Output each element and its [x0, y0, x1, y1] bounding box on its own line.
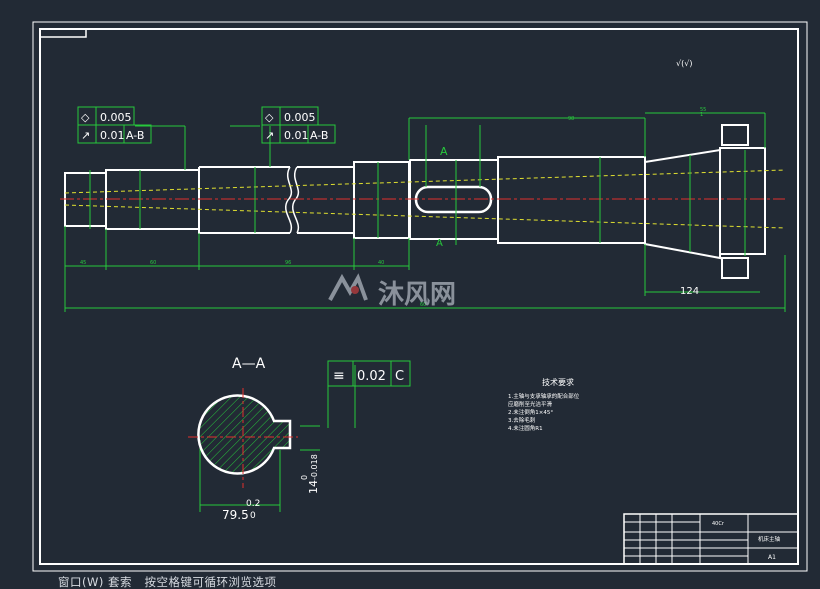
- sheet-corner-tab: [40, 29, 87, 38]
- section-dim-height-tol2: -0.018: [310, 454, 319, 480]
- svg-text:96: 96: [285, 260, 291, 266]
- command-prompt-text: 窗口(W) 套索 按空格键可循环浏览选项: [58, 575, 277, 589]
- svg-text:↗: ↗: [81, 129, 90, 142]
- svg-text:◇: ◇: [265, 111, 274, 124]
- tolerance-frame-1: ◇ 0.005 ↗ 0.01 A-B: [77, 106, 152, 144]
- svg-text:↗: ↗: [265, 129, 274, 142]
- svg-text:1: 1: [700, 112, 703, 118]
- dimension-lines: [64, 112, 786, 512]
- watermark-brand: 沐风网: [378, 280, 456, 310]
- hatch-line-lower: [64, 204, 786, 229]
- title-block-part-name: 机床主轴: [758, 535, 781, 543]
- svg-text:0.01: 0.01: [100, 129, 125, 142]
- svg-text:4.未注圆角R1: 4.未注圆角R1: [508, 424, 543, 432]
- svg-text:40: 40: [378, 260, 384, 266]
- svg-text:45: 45: [80, 260, 86, 266]
- section-marker-bottom: A: [436, 238, 443, 249]
- hatch-line-upper: [64, 169, 786, 194]
- svg-text:C: C: [395, 369, 404, 384]
- title-block-material: 40Cr: [712, 521, 725, 527]
- tolerance-frame-2: ◇ 0.005 ↗ 0.01 A-B: [261, 106, 336, 144]
- svg-text:A-B: A-B: [310, 129, 328, 142]
- section-dim-height: 14: [307, 480, 320, 494]
- roughness-symbol: √(√): [676, 59, 692, 68]
- svg-text:应磨削至光洁平滑: 应磨削至光洁平滑: [508, 400, 553, 408]
- tech-req-title: 技术要求: [542, 377, 574, 387]
- svg-text:◇: ◇: [81, 111, 90, 124]
- section-title: A—A: [232, 356, 266, 372]
- dimension-124: 124: [680, 286, 699, 297]
- svg-text:98: 98: [568, 116, 574, 122]
- dimension-texts: 45 60 96 40 98 55 1 60: [80, 107, 706, 308]
- svg-text:2.未注倒角1×45°: 2.未注倒角1×45°: [508, 408, 553, 416]
- status-bar: 窗口(W) 套索 按空格键可循环浏览选项: [0, 575, 820, 589]
- watermark-logo: [328, 273, 368, 301]
- section-dim-width-tol: 0.2: [246, 499, 260, 509]
- section-tolerance-frame: ≡ 0.02 C: [327, 360, 411, 387]
- svg-text:60: 60: [150, 260, 156, 266]
- svg-text:0.01: 0.01: [284, 129, 309, 142]
- drawing-canvas[interactable]: √(√) ◇ 0.005 ↗ 0.01 A-B ◇ 0.005 ↗ 0.01 A…: [0, 0, 820, 576]
- title-block-sheet: A1: [768, 554, 776, 561]
- svg-text:1.主轴与支承轴承的配合部位: 1.主轴与支承轴承的配合部位: [508, 392, 580, 400]
- section-dim-height-tol1: 0: [300, 475, 309, 480]
- tech-req-list: 1.主轴与支承轴承的配合部位 应磨削至光洁平滑 2.未注倒角1×45° 3.去除…: [508, 392, 580, 432]
- svg-text:3.去除毛刺: 3.去除毛刺: [508, 416, 536, 424]
- section-view: [188, 388, 298, 488]
- svg-text:0.02: 0.02: [357, 369, 386, 384]
- svg-text:0.005: 0.005: [100, 111, 132, 124]
- section-dim-width-tol2: 0: [250, 511, 256, 521]
- svg-text:≡: ≡: [333, 368, 345, 384]
- svg-text:A-B: A-B: [126, 129, 144, 142]
- svg-text:0.005: 0.005: [284, 111, 316, 124]
- section-dim-width: 79.5: [222, 508, 249, 522]
- section-marker-top: A: [440, 145, 448, 158]
